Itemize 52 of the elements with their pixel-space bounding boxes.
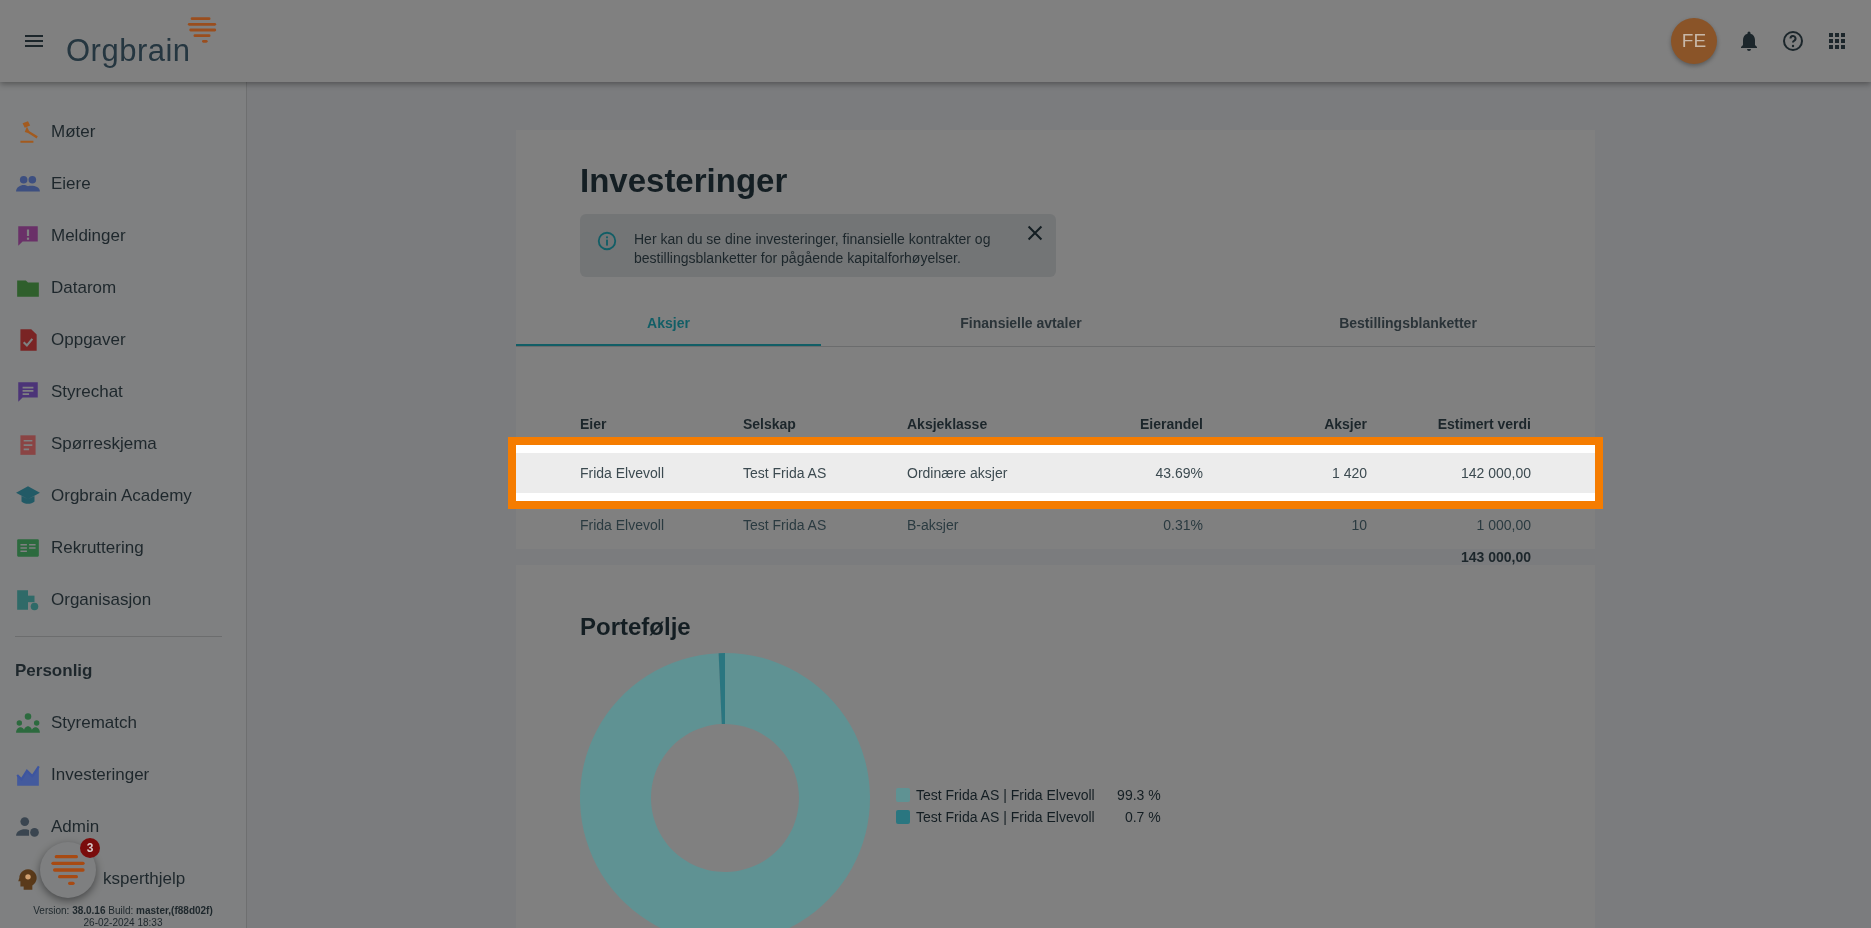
nav-item[interactable]: Organisasjon [51,590,152,610]
column-header: Eierandel [1138,416,1203,432]
page-title: Investeringer [580,162,789,200]
legend-label: Test Frida AS | Frida Elvevoll [916,787,1095,803]
group-icon[interactable] [15,710,41,736]
table-cell-text: Test Frida AS [743,517,828,533]
table-cell-text: 1 000,00 [1475,517,1531,533]
table-cell-text: 142 000,00 [1459,465,1531,481]
table-cell-text: 0.31% [1162,517,1203,533]
nav-item[interactable]: Oppgaver [51,330,126,350]
total-value: 143 000,00 [1460,549,1531,565]
legend-value: 0.7 % [1123,809,1161,825]
version-text: Version: 38.0.16 Build: master,(f88d02f) [32,905,214,917]
nav-item[interactable]: Orgbrain Academy [51,486,192,506]
table-cell-text: Test Frida AS [743,465,828,481]
info-icon [596,230,618,252]
building-gear-icon[interactable] [15,587,41,613]
nav-item[interactable]: ksperthjelp [103,869,186,889]
column-header: Estimert verdi [1436,416,1531,432]
help-icon[interactable] [1781,29,1805,53]
nav-item[interactable]: Datarom [51,278,117,298]
user-avatar[interactable]: FE [1671,18,1717,64]
table-cell-text: Frida Elvevoll [580,517,666,533]
legend-value: 99.3 % [1116,787,1161,803]
table-cell-text: B-aksjer [907,517,960,533]
column-header: Selskap [743,416,797,432]
table-cell-text: Frida Elvevoll [580,465,666,481]
info-text: Her kan du se dine investeringer, finansielle kontrakter og bestillingsblanketter for pågående kapitalforhøyelser. [634,230,992,268]
nav-item[interactable]: Styrematch [51,713,137,733]
section-heading: Personlig [14,660,94,682]
tab[interactable]: Finansielle avtaler [821,301,1221,346]
column-header: Aksjeklasse [907,416,989,432]
nav-item[interactable]: Eiere [51,174,91,194]
column-header: Eier [580,416,608,432]
nav-item[interactable]: Admin [51,817,100,837]
nav-item[interactable]: Møter [51,122,96,142]
nav-item[interactable]: Investeringer [51,765,150,785]
legend-label: Test Frida AS | Frida Elvevoll [916,809,1095,825]
logo-text: Orgbrain [66,33,191,69]
table-cell-text: Ordinære aksjer [907,465,1009,481]
nav-item[interactable]: Spørreskjema [51,434,157,454]
person-gear-icon[interactable] [15,814,41,840]
build-date: 26-02-2024 18:33 [82,917,164,928]
nav-item[interactable]: Meldinger [51,226,126,246]
table-cell-text: 1 420 [1330,465,1367,481]
tab[interactable]: Bestillingsblanketter [1221,301,1595,346]
table-cell-text: 43.69% [1154,465,1203,481]
column-header: Aksjer [1323,416,1367,432]
nav-item[interactable]: Styrechat [51,382,123,402]
nav-item[interactable]: Rekruttering [51,538,144,558]
section-title: Portefølje [580,613,692,641]
table-cell-text: 10 [1350,517,1367,533]
